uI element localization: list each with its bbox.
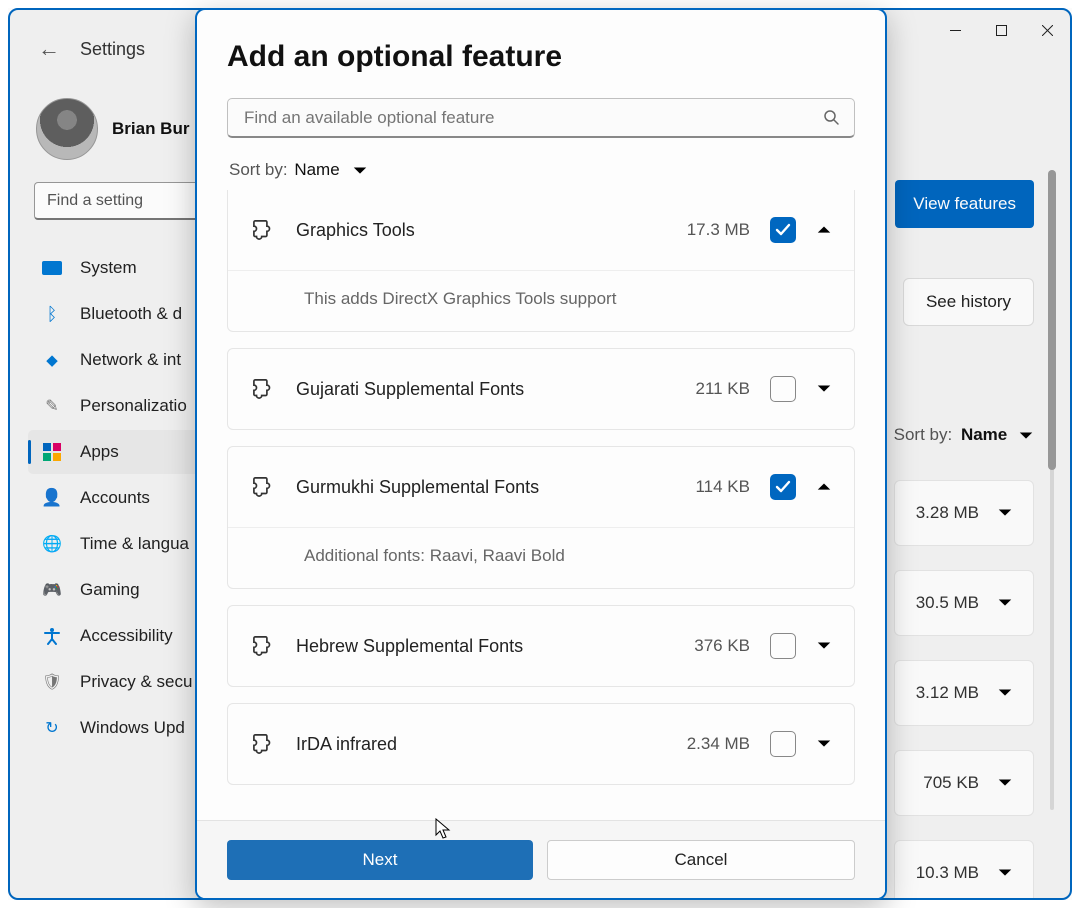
cancel-button[interactable]: Cancel: [547, 840, 855, 880]
search-icon: [823, 109, 840, 126]
feature-row[interactable]: Gujarati Supplemental Fonts 211 KB: [228, 349, 854, 429]
chevron-up-icon[interactable]: [816, 222, 832, 238]
puzzle-icon: [250, 633, 276, 659]
search-feature-input[interactable]: [227, 98, 855, 138]
feature-row[interactable]: Gurmukhi Supplemental Fonts 114 KB: [228, 447, 854, 527]
feature-description: This adds DirectX Graphics Tools support: [228, 270, 854, 331]
feature-name: Graphics Tools: [296, 220, 667, 241]
feature-card: Hebrew Supplemental Fonts 376 KB: [227, 605, 855, 687]
chevron-up-icon[interactable]: [816, 479, 832, 495]
feature-card: Graphics Tools 17.3 MB This adds DirectX…: [227, 190, 855, 332]
feature-row[interactable]: Hebrew Supplemental Fonts 376 KB: [228, 606, 854, 686]
feature-name: Hebrew Supplemental Fonts: [296, 636, 674, 657]
feature-checkbox[interactable]: [770, 731, 796, 757]
dialog-title: Add an optional feature: [227, 40, 855, 74]
feature-size: 2.34 MB: [687, 734, 750, 754]
puzzle-icon: [250, 474, 276, 500]
chevron-down-icon: [352, 163, 368, 179]
feature-checkbox[interactable]: [770, 376, 796, 402]
puzzle-icon: [250, 217, 276, 243]
dialog-footer: Next Cancel: [197, 820, 885, 898]
puzzle-icon: [250, 731, 276, 757]
feature-name: Gujarati Supplemental Fonts: [296, 379, 675, 400]
chevron-down-icon[interactable]: [816, 381, 832, 397]
feature-size: 376 KB: [694, 636, 750, 656]
add-feature-dialog: Add an optional feature Sort by: Name Gr…: [195, 8, 887, 900]
chevron-down-icon[interactable]: [816, 736, 832, 752]
feature-row[interactable]: Graphics Tools 17.3 MB: [228, 190, 854, 270]
feature-description: Additional fonts: Raavi, Raavi Bold: [228, 527, 854, 588]
feature-name: IrDA infrared: [296, 734, 667, 755]
sort-by-dialog[interactable]: Sort by: Name: [229, 160, 855, 180]
feature-size: 17.3 MB: [687, 220, 750, 240]
feature-card: Gurmukhi Supplemental Fonts 114 KB Addit…: [227, 446, 855, 589]
feature-size: 211 KB: [695, 379, 750, 399]
search-input-field[interactable]: [242, 107, 813, 129]
feature-checkbox[interactable]: [770, 217, 796, 243]
chevron-down-icon[interactable]: [816, 638, 832, 654]
feature-size: 114 KB: [695, 477, 750, 497]
feature-checkbox[interactable]: [770, 474, 796, 500]
feature-name: Gurmukhi Supplemental Fonts: [296, 477, 675, 498]
feature-row[interactable]: IrDA infrared 2.34 MB: [228, 704, 854, 784]
puzzle-icon: [250, 376, 276, 402]
next-button[interactable]: Next: [227, 840, 533, 880]
feature-card: Gujarati Supplemental Fonts 211 KB: [227, 348, 855, 430]
feature-checkbox[interactable]: [770, 633, 796, 659]
feature-card: IrDA infrared 2.34 MB: [227, 703, 855, 785]
